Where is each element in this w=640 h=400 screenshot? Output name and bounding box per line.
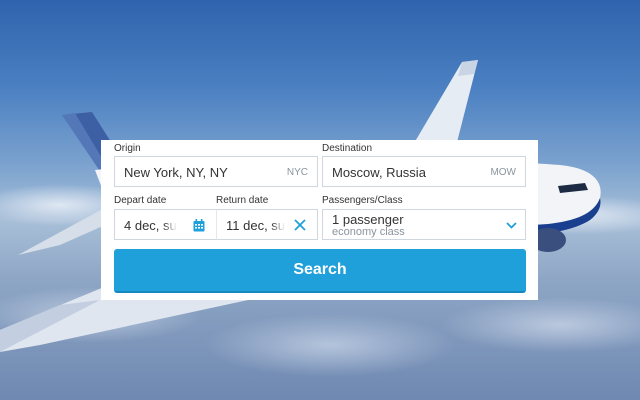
return-date-label: Return date (216, 195, 269, 206)
depart-date-value: 4 dec, su (124, 218, 177, 233)
origin-code: NYC (286, 167, 308, 178)
origin-value: New York, NY, NY (124, 165, 228, 180)
chevron-down-icon (505, 219, 517, 231)
passengers-select[interactable]: 1 passenger economy class (322, 209, 526, 240)
travel-class: economy class (332, 226, 405, 238)
destination-label: Destination (322, 143, 373, 154)
return-date-input[interactable]: 11 dec, su (216, 209, 318, 240)
destination-value: Moscow, Russia (332, 165, 426, 180)
origin-label: Origin (114, 143, 141, 154)
depart-date-label: Depart date (114, 195, 167, 206)
calendar-icon[interactable] (192, 218, 206, 232)
return-date-value: 11 dec, su (226, 218, 286, 233)
search-button[interactable]: Search (114, 249, 526, 293)
passenger-count: 1 passenger (332, 212, 404, 227)
origin-input[interactable]: New York, NY, NY NYC (114, 156, 318, 187)
passengers-label: Passengers/Class (322, 195, 403, 206)
flight-search-form: Origin New York, NY, NY NYC Destination … (101, 140, 538, 300)
destination-input[interactable]: Moscow, Russia MOW (322, 156, 526, 187)
close-icon[interactable] (293, 218, 307, 232)
destination-code: MOW (490, 167, 516, 178)
depart-date-input[interactable]: 4 dec, su (114, 209, 217, 240)
